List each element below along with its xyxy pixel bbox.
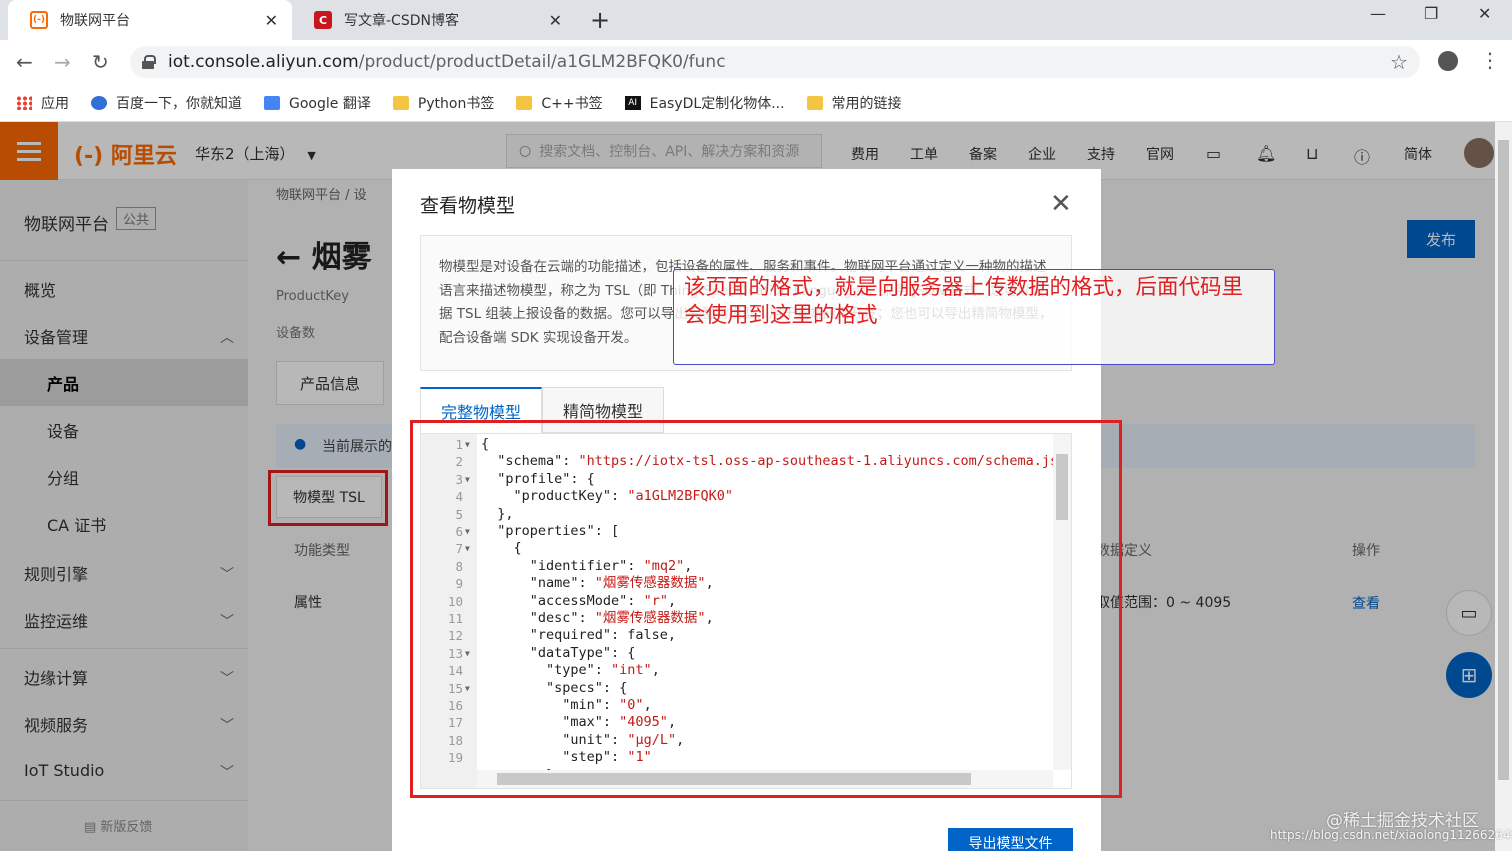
bookmark-baidu[interactable]: 百度一下，你就知道 <box>91 93 242 113</box>
folder-icon <box>516 95 533 110</box>
bookmark-easydl[interactable]: AI EasyDL定制化物体... <box>624 93 785 113</box>
bookmark-label: EasyDL定制化物体... <box>649 95 785 112</box>
bookmark-label: 百度一下，你就知道 <box>116 95 242 112</box>
ai-icon: AI <box>624 95 641 110</box>
folder-icon <box>806 95 823 110</box>
bookmark-label: Python书签 <box>417 95 495 112</box>
csdn-icon: C <box>314 11 332 29</box>
lock-icon <box>142 55 156 69</box>
modal-title: 查看物模型 <box>420 195 516 217</box>
reload-icon[interactable]: ↻ <box>92 50 109 74</box>
bookmark-google-translate[interactable]: Google 翻译 <box>264 93 371 113</box>
baidu-paw-icon <box>91 95 107 110</box>
bookmark-common[interactable]: 常用的链接 <box>806 93 902 113</box>
url-path: /product/productDetail/a1GLM2BFQK0/func <box>358 52 726 72</box>
browser-tab-bar: (-) 物联网平台 ✕ C 写文章-CSDN博客 ✕ + — ❐ ✕ <box>0 0 1512 40</box>
browser-tab-csdn[interactable]: C 写文章-CSDN博客 ✕ <box>292 0 576 40</box>
back-arrow-icon[interactable]: ← <box>16 50 33 74</box>
browser-menu-icon[interactable]: ⋮ <box>1480 48 1500 72</box>
bookmark-python[interactable]: Python书签 <box>392 93 495 113</box>
bookmark-label: 常用的链接 <box>831 95 902 112</box>
code-highlight-box <box>410 420 1122 798</box>
tab-title: 写文章-CSDN博客 <box>344 13 459 29</box>
url-host: iot.console.aliyun.com <box>168 52 359 72</box>
bookmark-label: C++书签 <box>541 95 603 112</box>
bookmark-star-icon[interactable]: ☆ <box>1390 50 1408 74</box>
annotation-note: 该页面的格式，就是向服务器上传数据的格式，后面代码里会使用到这里的格式 <box>673 269 1275 365</box>
bookmark-apps[interactable]: 应用 <box>16 93 69 113</box>
close-icon[interactable]: ✕ <box>1050 189 1072 219</box>
watermark-url: https://blog.csdn.net/xiaolong1126626497 <box>1270 828 1512 842</box>
new-tab-icon[interactable]: + <box>590 6 610 34</box>
google-translate-icon <box>264 95 280 110</box>
browser-tab-iot[interactable]: (-) 物联网平台 ✕ <box>8 0 292 40</box>
profile-icon[interactable] <box>1438 51 1458 71</box>
export-model-button[interactable]: 导出模型文件 <box>948 828 1073 851</box>
window-close-icon[interactable]: ✕ <box>1478 4 1491 23</box>
page-scrollbar[interactable] <box>1495 122 1512 851</box>
tab-title: 物联网平台 <box>60 13 130 29</box>
bookmarks-bar: 应用 百度一下，你就知道 Google 翻译 Python书签 C++书签 AI… <box>0 84 1512 122</box>
close-tab-icon[interactable]: ✕ <box>549 11 562 30</box>
bookmark-label: Google 翻译 <box>289 95 371 112</box>
url-input[interactable]: iot.console.aliyun.com/product/productDe… <box>130 46 1420 78</box>
minimize-icon[interactable]: — <box>1370 4 1386 23</box>
forward-arrow-icon[interactable]: → <box>54 50 71 74</box>
folder-icon <box>392 95 409 110</box>
restore-icon[interactable]: ❐ <box>1424 4 1438 23</box>
bookmark-cpp[interactable]: C++书签 <box>516 93 603 113</box>
apps-grid-icon <box>16 95 32 110</box>
bookmark-label: 应用 <box>41 95 69 112</box>
close-tab-icon[interactable]: ✕ <box>265 11 278 30</box>
aliyun-icon: (-) <box>30 11 48 29</box>
